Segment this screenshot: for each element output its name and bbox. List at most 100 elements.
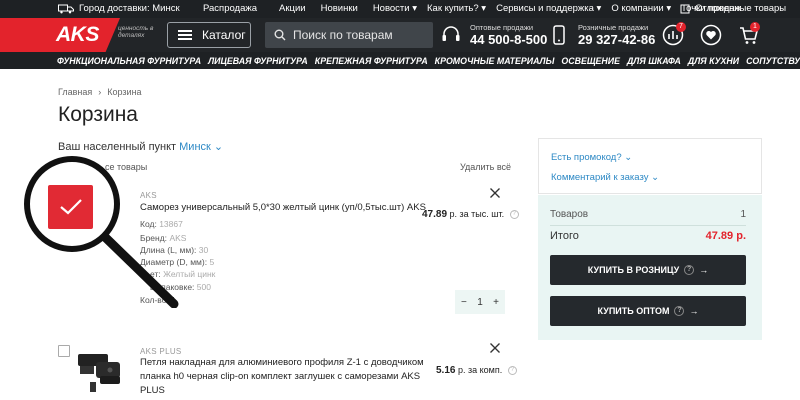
category-lighting[interactable]: ОСВЕЩЕНИЕ	[561, 56, 620, 66]
spec-value: 500	[196, 282, 211, 292]
breadcrumb-current: Корзина	[107, 87, 142, 97]
promo-code-link[interactable]: Есть промокод? ⌄	[551, 152, 632, 163]
top-nav: Распродажа Акции Новинки Новости ▾ Как к…	[203, 3, 741, 14]
top-nav-how-to-buy[interactable]: Как купить? ▾	[427, 3, 486, 14]
promo-panel: Есть промокод? ⌄ Комментарий к заказу ⌄	[538, 138, 762, 194]
retail-phone: 29 327-42-86	[578, 32, 656, 47]
item-price-value: 47.89	[422, 209, 448, 220]
retail-label: Розничные продажи	[578, 23, 649, 32]
buy-wholesale-button[interactable]: КУПИТЬ ОПТОМ ? →	[550, 296, 746, 326]
total-value: 47.89 р.	[705, 230, 746, 242]
wholesale-contact[interactable]: Оптовые продажи 44 500-8-500	[470, 23, 547, 47]
search-input[interactable]: Поиск по товарам	[265, 22, 433, 48]
goods-label: Товаров	[550, 209, 589, 220]
compare-badge: 7	[676, 22, 686, 32]
catalog-button[interactable]: Каталог	[167, 22, 251, 48]
item-price-unit: р. за комп.	[457, 365, 503, 375]
logo[interactable]: AKS ценность в деталях	[0, 18, 160, 52]
delivery-city-label: Город доставки: Минск	[79, 3, 180, 14]
checkmark-icon	[59, 199, 82, 215]
breadcrumb: Главная › Корзина	[58, 87, 142, 97]
breadcrumb-home[interactable]: Главная	[58, 87, 92, 97]
info-icon[interactable]: ?	[674, 306, 685, 316]
header: AKS ценность в деталях Каталог Поиск по …	[0, 18, 800, 52]
page-title: Корзина	[58, 103, 138, 126]
spec-value: 30	[198, 245, 209, 255]
item-price: 47.89 р. за тыс. шт. ?	[422, 209, 519, 220]
category-fasteners[interactable]: КРЕПЕЖНАЯ ФУРНИТУРА	[315, 56, 428, 66]
delivery-city-selector[interactable]: Город доставки: Минск	[58, 3, 180, 14]
heart-icon[interactable]	[700, 24, 722, 46]
chevron-right-icon: ›	[98, 87, 102, 97]
arrow-right-icon: →	[699, 265, 709, 275]
top-nav-new[interactable]: Новинки	[321, 3, 358, 14]
phone-icon	[553, 25, 565, 45]
quantity-stepper: − 1 +	[455, 290, 505, 314]
item-price-value: 5.16	[436, 365, 456, 376]
chevron-down-icon: ⌄	[213, 141, 224, 153]
order-comment-link[interactable]: Комментарий к заказу ⌄	[551, 172, 659, 183]
search-icon	[274, 29, 286, 41]
top-nav-promotions[interactable]: Акции	[279, 3, 306, 14]
top-nav-sale[interactable]: Распродажа	[203, 3, 257, 14]
category-functional[interactable]: ФУНКЦИОНАЛЬНАЯ ФУРНИТУРА	[57, 56, 201, 66]
buy-retail-label: КУПИТЬ В РОЗНИЦУ	[587, 265, 680, 275]
info-icon[interactable]: ?	[509, 210, 519, 220]
menu-icon	[178, 30, 192, 40]
arrow-right-icon: →	[689, 306, 699, 316]
cart-badge: 1	[750, 22, 760, 32]
top-strip: Город доставки: Минск Распродажа Акции Н…	[0, 0, 800, 18]
item-price-unit: р. за тыс. шт.	[449, 209, 505, 219]
divider	[550, 225, 746, 226]
item-name-line[interactable]: планка h0 черная clip-on комплект заглуш…	[140, 370, 420, 384]
category-related[interactable]: СОПУТСТВУЮЩИЕ	[746, 56, 800, 66]
decrement-button[interactable]: −	[461, 297, 467, 308]
item-checkbox[interactable]	[58, 345, 70, 357]
chevron-down-icon: ⌄	[624, 152, 633, 163]
buy-retail-button[interactable]: КУПИТЬ В РОЗНИЦУ ? →	[550, 255, 746, 285]
buy-wholesale-label: КУПИТЬ ОПТОМ	[597, 306, 670, 316]
item-brand: AKS PLUS	[140, 347, 182, 356]
product-image[interactable]	[70, 346, 132, 396]
search-placeholder: Поиск по товарам	[293, 28, 393, 42]
category-edge[interactable]: КРОМОЧНЫЕ МАТЕРИАЛЫ	[435, 56, 555, 66]
goods-count-row: Товаров 1	[550, 209, 746, 220]
item-price: 5.16 р. за комп. ?	[436, 365, 517, 376]
retail-contact[interactable]: Розничные продажи 29 327-42-86	[578, 23, 655, 47]
order-comment-label: Комментарий к заказу	[551, 172, 649, 183]
item-name-line[interactable]: PLUS	[140, 384, 165, 398]
logo-text: AKS	[56, 23, 99, 46]
logo-tagline: ценность в деталях	[118, 25, 154, 39]
quantity-value[interactable]: 1	[477, 297, 483, 308]
total-label: Итого	[550, 230, 579, 242]
goods-count: 1	[740, 209, 746, 220]
top-nav-news[interactable]: Новости ▾	[373, 3, 417, 14]
promo-code-label: Есть промокод?	[551, 152, 622, 163]
deferred-goods-label: Отложенные товары	[695, 3, 787, 14]
category-wardrobe[interactable]: ДЛЯ ШКАФА	[627, 56, 681, 66]
info-icon[interactable]: ?	[507, 366, 517, 376]
item-name-line[interactable]: Петля накладная для алюминиевого профиля…	[140, 356, 424, 370]
bookmark-icon	[680, 4, 690, 13]
top-nav-services[interactable]: Сервисы и поддержка ▾	[496, 3, 601, 14]
order-summary: Товаров 1 Итого 47.89 р. КУПИТЬ В РОЗНИЦ…	[538, 195, 762, 340]
remove-item-icon[interactable]	[489, 187, 501, 199]
category-facade[interactable]: ЛИЦЕВАЯ ФУРНИТУРА	[208, 56, 308, 66]
total-row: Итого 47.89 р.	[550, 230, 746, 242]
deferred-goods-link[interactable]: Отложенные товары	[680, 3, 786, 14]
catalog-button-label: Каталог	[202, 28, 246, 42]
info-icon[interactable]: ?	[684, 265, 695, 275]
category-nav: ФУНКЦИОНАЛЬНАЯ ФУРНИТУРА ЛИЦЕВАЯ ФУРНИТУ…	[0, 52, 800, 69]
increment-button[interactable]: +	[493, 297, 499, 308]
remove-item-icon[interactable]	[489, 342, 501, 354]
wholesale-phone: 44 500-8-500	[470, 32, 548, 47]
wholesale-label: Оптовые продажи	[470, 23, 534, 32]
top-nav-about[interactable]: О компании ▾	[611, 3, 671, 14]
selected-checkbox[interactable]	[48, 185, 93, 229]
category-kitchen[interactable]: ДЛЯ КУХНИ	[688, 56, 739, 66]
headset-icon	[442, 26, 460, 41]
chevron-down-icon: ⌄	[651, 172, 660, 183]
spec-value: 5	[209, 257, 215, 267]
delete-all-button[interactable]: Удалить всё	[460, 162, 511, 172]
truck-icon	[58, 4, 74, 13]
